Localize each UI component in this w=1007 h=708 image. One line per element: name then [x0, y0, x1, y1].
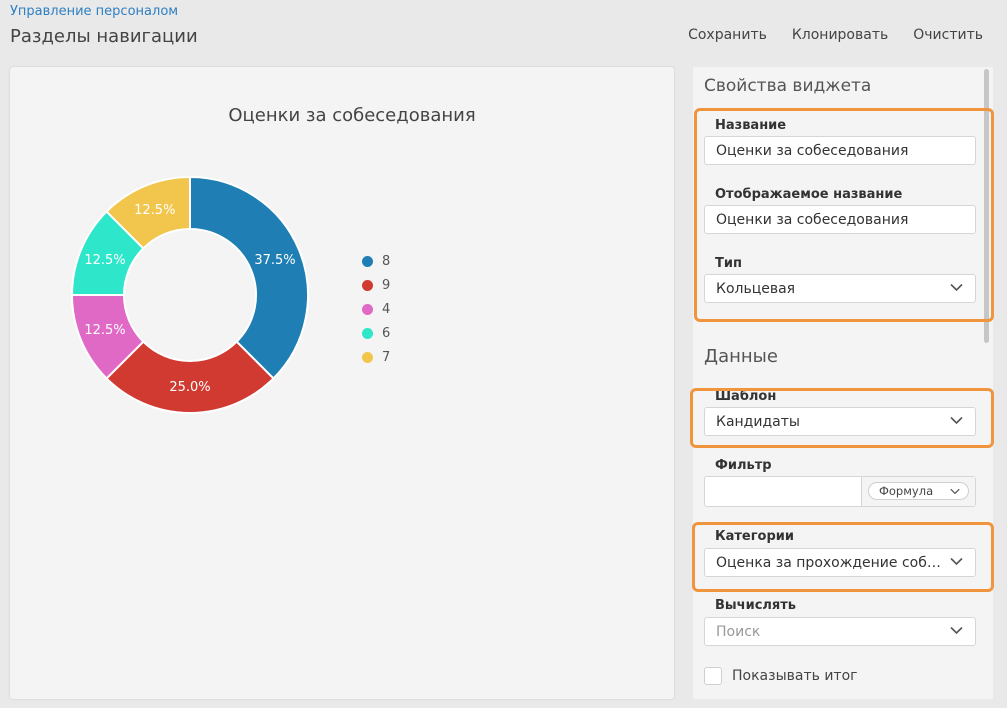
chevron-down-icon: [950, 557, 963, 566]
toolbar: Сохранить Клонировать Очистить: [688, 27, 983, 43]
chart-card: Оценки за собеседования 37.5% 25.0% 12.5% 1…: [10, 67, 674, 699]
widget-properties-panel: Свойства виджета Название Оценки за собе…: [693, 67, 993, 699]
legend-label: 6: [382, 325, 391, 341]
categories-select[interactable]: Оценка за прохождение собеседования: [704, 548, 976, 577]
data-section-title: Данные: [704, 346, 778, 367]
categories-label: Категории: [715, 529, 794, 544]
categories-select-value: Оценка за прохождение собеседования: [716, 555, 976, 571]
type-label: Тип: [715, 256, 742, 271]
chevron-down-icon: [950, 416, 963, 425]
show-total-label[interactable]: Показывать итог: [732, 668, 858, 684]
widget-properties-title: Свойства виджета: [704, 76, 872, 96]
type-select-value: Кольцевая: [716, 281, 796, 297]
template-select[interactable]: Кандидаты: [704, 407, 976, 436]
panel-scrollbar[interactable]: [984, 69, 989, 343]
slice-label-4: 12.5%: [84, 323, 125, 338]
legend-swatch: [362, 279, 373, 291]
legend-swatch: [362, 351, 373, 363]
clone-button[interactable]: Клонировать: [792, 27, 888, 43]
chevron-down-icon: [950, 626, 963, 635]
legend-swatch: [362, 255, 373, 267]
formula-label: Формула: [879, 484, 934, 498]
name-input[interactable]: Оценки за собеседования: [704, 136, 976, 165]
donut-slice-8[interactable]: [189, 175, 309, 380]
legend-label: 9: [382, 277, 391, 293]
legend-label: 7: [382, 349, 391, 365]
template-select-value: Кандидаты: [716, 414, 800, 430]
slice-label-6: 12.5%: [84, 253, 125, 268]
page-title: Разделы навигации: [10, 26, 198, 47]
name-label: Название: [715, 118, 787, 133]
filter-label: Фильтр: [715, 458, 772, 473]
formula-area: Формула: [861, 477, 975, 506]
formula-dropdown[interactable]: Формула: [868, 482, 969, 500]
legend-swatch: [362, 303, 373, 315]
type-select[interactable]: Кольцевая: [704, 274, 976, 303]
legend-label: 4: [382, 301, 391, 317]
chevron-down-icon: [950, 488, 960, 495]
save-button[interactable]: Сохранить: [688, 27, 767, 43]
template-label: Шаблон: [715, 389, 777, 404]
legend-label: 8: [382, 253, 391, 269]
chevron-down-icon: [950, 283, 963, 292]
slice-label-8: 37.5%: [254, 253, 295, 268]
legend-item-7[interactable]: 7: [362, 345, 390, 369]
legend-item-9[interactable]: 9: [362, 273, 390, 297]
slice-label-7: 12.5%: [134, 203, 175, 218]
compute-placeholder: Поиск: [716, 624, 761, 640]
legend-item-6[interactable]: 6: [362, 321, 390, 345]
filter-input[interactable]: Формула: [704, 476, 976, 507]
clear-button[interactable]: Очистить: [913, 27, 983, 43]
slice-label-9: 25.0%: [169, 380, 210, 395]
legend-swatch: [362, 327, 373, 339]
display-name-label: Отображаемое название: [715, 187, 903, 202]
chart-legend: 8 9 4 6 7: [362, 249, 390, 369]
compute-label: Вычислять: [715, 598, 797, 613]
breadcrumb[interactable]: Управление персоналом: [10, 4, 178, 19]
donut-chart: 37.5% 25.0% 12.5% 12.5% 12.5%: [70, 175, 309, 414]
display-name-input[interactable]: Оценки за собеседования: [704, 205, 976, 234]
show-total-checkbox[interactable]: [704, 667, 722, 685]
legend-item-4[interactable]: 4: [362, 297, 390, 321]
legend-item-8[interactable]: 8: [362, 249, 390, 273]
compute-select[interactable]: Поиск: [704, 617, 976, 646]
